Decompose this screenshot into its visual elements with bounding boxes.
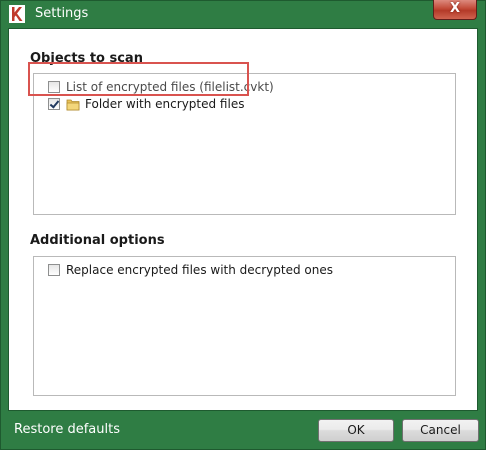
window-title: Settings <box>35 6 89 21</box>
close-icon: X <box>449 1 461 16</box>
list-item-replace[interactable]: Replace encrypted files with decrypted o… <box>48 261 333 279</box>
filelist-label: List of encrypted files (filelist.cvkt) <box>66 80 274 94</box>
folder-icon <box>66 99 80 110</box>
filelist-checkbox[interactable] <box>48 81 60 93</box>
folder-label: Folder with encrypted files <box>85 97 245 111</box>
cancel-button[interactable]: Cancel <box>402 419 479 442</box>
objects-to-scan-heading: Objects to scan <box>30 51 143 66</box>
title-bar[interactable]: Settings X <box>1 0 485 27</box>
ok-button[interactable]: OK <box>318 419 394 442</box>
replace-label: Replace encrypted files with decrypted o… <box>66 263 334 277</box>
settings-window: Settings X Objects to scan List of encry… <box>0 0 486 450</box>
replace-checkbox[interactable] <box>48 264 60 276</box>
additional-options-heading: Additional options <box>30 233 165 248</box>
additional-options-list: Replace encrypted files with decrypted o… <box>33 256 456 396</box>
close-button[interactable]: X <box>433 0 477 20</box>
restore-defaults-link[interactable]: Restore defaults <box>14 422 120 437</box>
kaspersky-logo-icon <box>9 5 25 23</box>
settings-content: Objects to scan List of encrypted files … <box>8 28 478 411</box>
list-item-folder[interactable]: Folder with encrypted files <box>48 95 244 113</box>
folder-checkbox[interactable] <box>48 98 60 110</box>
list-item-filelist[interactable]: List of encrypted files (filelist.cvkt) <box>48 78 274 96</box>
objects-to-scan-list: List of encrypted files (filelist.cvkt) … <box>33 73 456 215</box>
